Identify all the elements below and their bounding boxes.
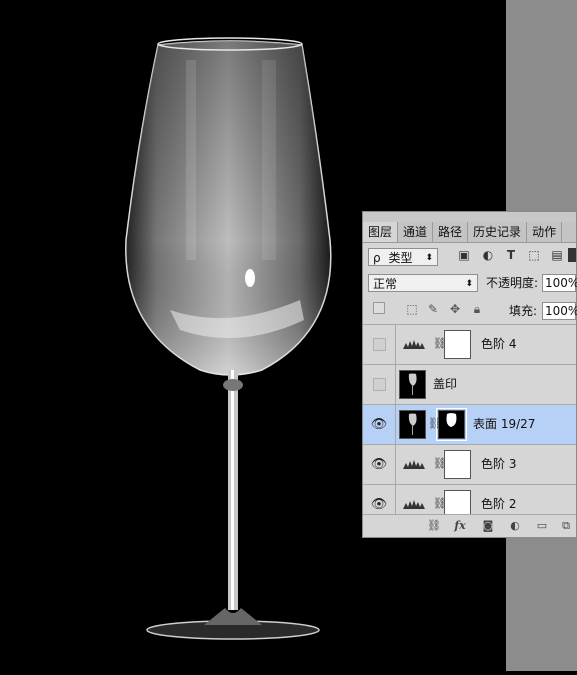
- layer-mask-thumbnail[interactable]: [436, 408, 467, 441]
- mask-icon[interactable]: ◙: [481, 519, 495, 533]
- layer-thumbnail[interactable]: [399, 370, 426, 399]
- layer-row-stamp[interactable]: 盖印: [363, 365, 576, 405]
- link-icon[interactable]: ⛓︎: [427, 519, 441, 533]
- lock-icon[interactable]: 🔒︎: [470, 302, 484, 316]
- opacity-field[interactable]: 100%: [542, 274, 577, 292]
- panel-grip[interactable]: [363, 212, 576, 222]
- filter-kind-select[interactable]: ρ 类型 ⬍: [368, 248, 438, 266]
- tab-actions[interactable]: 动作: [527, 222, 563, 242]
- glass-thumbnail-icon: [408, 413, 417, 435]
- visibility-toggle[interactable]: 👁︎: [363, 445, 396, 484]
- updown-arrow-icon: ⬍: [465, 279, 473, 289]
- layer-row-levels-3[interactable]: 👁︎ ⛓︎ 色阶 3: [363, 445, 576, 485]
- adjustment-icon[interactable]: ◐: [508, 519, 522, 533]
- filter-smartobject-icon[interactable]: ▤: [550, 248, 564, 262]
- layer-name: 色阶 3: [481, 457, 517, 471]
- lock-pixels-icon[interactable]: ⬚: [405, 302, 419, 316]
- tab-layers[interactable]: 图层: [363, 222, 399, 242]
- levels-icon: [403, 460, 425, 469]
- visibility-toggle[interactable]: [363, 365, 396, 404]
- tab-channels[interactable]: 通道: [398, 222, 434, 242]
- layer-row-surface[interactable]: 👁︎ ⛓︎ 表面 19/27: [363, 405, 576, 445]
- mask-shape-icon: [446, 413, 457, 427]
- layer-mask-thumbnail[interactable]: [444, 450, 471, 479]
- hidden-box-icon: [372, 338, 386, 351]
- panel-footer: ⛓︎ fx ◙ ◐ ▭ ⧉: [363, 514, 576, 537]
- search-icon: ρ: [373, 251, 381, 265]
- updown-arrow-icon: ⬍: [425, 253, 433, 263]
- levels-icon: [403, 340, 425, 349]
- hidden-box-icon: [372, 378, 386, 391]
- tab-paths[interactable]: 路径: [433, 222, 469, 242]
- layer-mask-thumbnail[interactable]: [444, 330, 471, 359]
- blend-row: 正常 ⬍ 不透明度: 100%: [363, 271, 577, 297]
- glass-thumbnail-icon: [408, 373, 417, 395]
- filter-adjustment-icon[interactable]: ◐: [481, 248, 495, 262]
- eye-icon: 👁︎: [370, 417, 388, 432]
- move-icon[interactable]: ✥: [448, 302, 462, 316]
- brush-icon[interactable]: ✎: [426, 302, 440, 316]
- lock-row: ⬚ ✎ ✥ 🔒︎ 填充: 100%: [363, 298, 577, 325]
- filter-toggle-icon[interactable]: [568, 248, 576, 262]
- fx-icon[interactable]: fx: [453, 519, 467, 533]
- lock-transparency-checkbox[interactable]: [372, 302, 386, 316]
- filter-type-icon[interactable]: T: [504, 248, 518, 262]
- filter-kind-label: 类型: [388, 251, 413, 265]
- layer-name: 色阶 4: [481, 337, 517, 351]
- layers-panel: 图层 通道 路径 历史记录 动作 ρ 类型 ⬍ ▣ ◐ T ⬚ ▤ 正常 ⬍ 不…: [362, 211, 577, 538]
- tab-history[interactable]: 历史记录: [468, 222, 528, 242]
- eye-icon: 👁︎: [370, 497, 388, 512]
- layer-thumbnail[interactable]: [399, 410, 426, 439]
- filter-pixel-icon[interactable]: ▣: [457, 248, 471, 262]
- levels-icon: [403, 500, 425, 509]
- blend-mode-value: 正常: [373, 277, 398, 291]
- visibility-toggle[interactable]: [363, 325, 396, 364]
- new-layer-icon[interactable]: ⧉: [559, 519, 573, 533]
- fill-field[interactable]: 100%: [542, 302, 577, 320]
- eye-icon: 👁︎: [370, 457, 388, 472]
- blend-mode-select[interactable]: 正常 ⬍: [368, 274, 478, 292]
- fill-label: 填充:: [509, 304, 538, 318]
- layer-name: 表面 19/27: [473, 417, 536, 431]
- panel-tabs: 图层 通道 路径 历史记录 动作: [363, 222, 576, 243]
- folder-icon[interactable]: ▭: [535, 519, 549, 533]
- layers-list: ⛓︎ 色阶 4 盖印 👁︎ ⛓︎ 表面 19/27 👁︎ ⛓︎ 色阶 3 👁︎ …: [363, 325, 576, 525]
- filter-shape-icon[interactable]: ⬚: [527, 248, 541, 262]
- visibility-toggle[interactable]: 👁︎: [363, 405, 396, 444]
- layer-name: 盖印: [433, 377, 458, 391]
- opacity-label: 不透明度:: [486, 276, 539, 290]
- layer-row-levels-4[interactable]: ⛓︎ 色阶 4: [363, 325, 576, 365]
